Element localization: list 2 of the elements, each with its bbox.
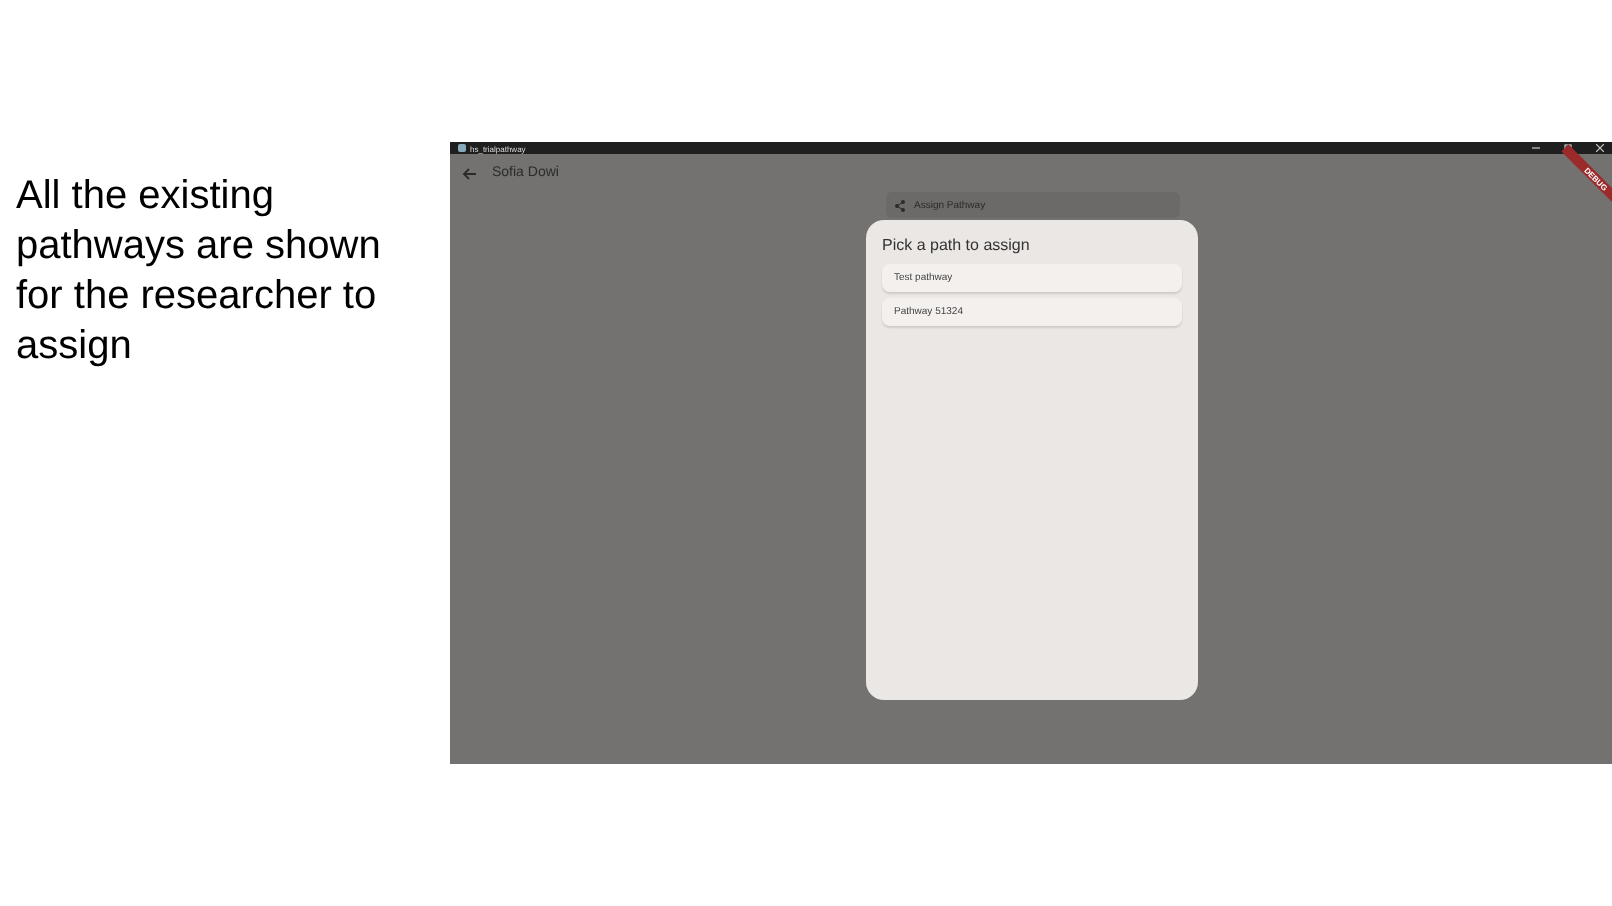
dialog-title: Pick a path to assign xyxy=(882,236,1032,254)
slide-text: All the existing pathways are shown for the researcher to assign xyxy=(16,172,383,372)
